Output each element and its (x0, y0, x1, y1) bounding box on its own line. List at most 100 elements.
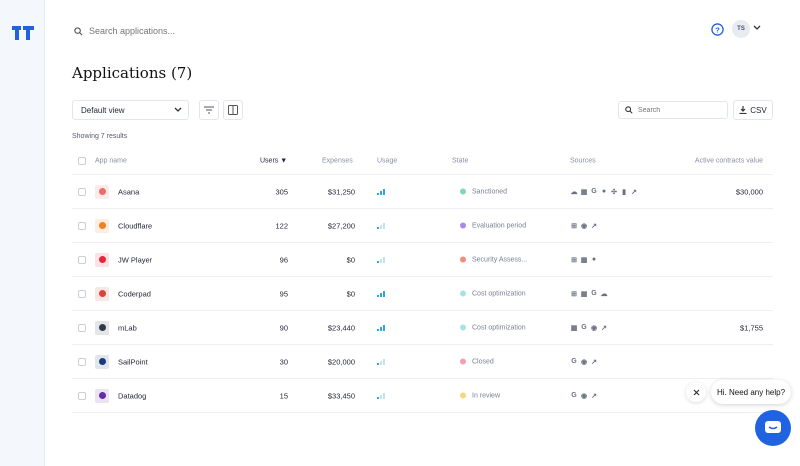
filter-button[interactable] (199, 100, 219, 120)
header-users[interactable]: Users ▼ (260, 158, 287, 165)
usage-indicator (377, 324, 385, 331)
state-dot (460, 256, 466, 263)
app-name[interactable]: Datadog (118, 391, 146, 400)
sources-list: ⊞ ◉ ↗ (570, 222, 598, 230)
row-checkbox[interactable] (78, 255, 86, 264)
usage-bar (380, 360, 382, 365)
expenses-value: $31,250 (327, 187, 355, 196)
github-icon: ● (591, 256, 597, 263)
row-checkbox[interactable] (78, 289, 86, 298)
app-logo-icon (95, 320, 109, 335)
app-logo-icon (95, 184, 109, 199)
chevron-down-icon (174, 107, 182, 112)
header-sources[interactable]: Sources (570, 158, 596, 165)
table-row[interactable]: SailPoint 30 $20,000 Closed G ◉ ↗ (72, 345, 773, 379)
usage-bar (380, 326, 382, 331)
sources-list: G ◉ ↗ (570, 358, 598, 366)
app-logo-icon (95, 218, 109, 233)
usage-bar (377, 362, 379, 365)
state-dot (460, 290, 466, 297)
app-name[interactable]: Asana (118, 187, 139, 196)
slack-icon: ✣ (611, 188, 617, 196)
chat-greeting[interactable]: Hi. Need any help? (711, 380, 791, 404)
state-label: Closed (472, 358, 494, 365)
row-checkbox[interactable] (78, 187, 86, 196)
row-checkbox[interactable] (78, 357, 86, 366)
state-badge[interactable]: Security Assess... (460, 256, 527, 263)
filter-icon (204, 106, 214, 114)
sources-list: ⊞ ▦ G ☁ (570, 290, 608, 298)
table-row[interactable]: JW Player 96 $0 Security Assess... ⊞ ▦ ● (72, 243, 773, 277)
chevron-down-icon[interactable] (753, 25, 761, 31)
state-dot (460, 392, 466, 399)
download-icon (739, 106, 747, 114)
windows-icon: ⊞ (571, 222, 577, 230)
usage-bar (380, 190, 382, 195)
expense-icon: ↗ (631, 188, 637, 196)
global-search[interactable] (74, 22, 374, 40)
header-contracts[interactable]: Active contracts value (695, 158, 763, 165)
app-name[interactable]: JW Player (118, 255, 152, 264)
okta-icon: ◉ (580, 222, 588, 230)
header-expenses[interactable]: Expenses (322, 158, 353, 165)
table-row[interactable]: Datadog 15 $33,450 In review G ◉ ↗ (72, 379, 773, 413)
state-dot (460, 358, 466, 365)
table-search-input[interactable] (638, 106, 718, 114)
expenses-value: $33,450 (327, 391, 355, 400)
state-badge[interactable]: Cost optimization (460, 290, 526, 297)
header-usage[interactable]: Usage (377, 158, 397, 165)
chat-icon (765, 421, 781, 433)
state-dot (460, 222, 466, 229)
table-row[interactable]: Coderpad 95 $0 Cost optimization ⊞ ▦ G ☁ (72, 277, 773, 311)
table-row[interactable]: mLab 90 $23,440 Cost optimization ▦ G ◉ ↗ $… (72, 311, 773, 345)
app-logo-icon (95, 388, 109, 403)
csv-export-button[interactable]: CSV (733, 100, 773, 120)
state-badge[interactable]: Closed (460, 358, 494, 365)
avatar[interactable]: TS (732, 20, 750, 38)
grid-icon: ▦ (580, 256, 588, 264)
row-checkbox[interactable] (78, 323, 86, 332)
app-name[interactable]: mLab (118, 323, 137, 332)
csv-label: CSV (750, 105, 767, 115)
row-checkbox[interactable] (78, 391, 86, 400)
table-search[interactable] (618, 101, 728, 119)
usage-bar (377, 260, 379, 263)
view-select[interactable]: Default view (72, 100, 189, 120)
select-all-checkbox[interactable] (78, 157, 86, 165)
grid-icon: ▦ (570, 324, 578, 332)
state-badge[interactable]: Evaluation period (460, 222, 526, 229)
expenses-value: $0 (346, 289, 355, 298)
table-body: Asana 305 $31,250 Sanctioned ☁ ▦ G ● ✣ ▮ ↗ $30… (72, 175, 773, 413)
state-label: Cost optimization (472, 290, 526, 297)
expenses-value: $20,000 (327, 357, 355, 366)
table-row[interactable]: Cloudflare 122 $27,200 Evaluation period… (72, 209, 773, 243)
row-checkbox[interactable] (78, 221, 86, 230)
app-name[interactable]: SailPoint (118, 357, 148, 366)
usage-indicator (377, 256, 385, 263)
table-header: App name Users ▼ Expenses Usage State So… (72, 148, 773, 175)
table-row[interactable]: Asana 305 $31,250 Sanctioned ☁ ▦ G ● ✣ ▮ ↗ $30… (72, 175, 773, 209)
state-badge[interactable]: Cost optimization (460, 324, 526, 331)
state-badge[interactable]: Sanctioned (460, 188, 507, 195)
header-state[interactable]: State (452, 158, 468, 165)
usage-indicator (377, 392, 385, 399)
sources-list: ⊞ ▦ ● (570, 256, 598, 264)
view-select-value: Default view (81, 105, 125, 115)
header-app-name[interactable]: App name (95, 158, 127, 165)
app-logo-icon[interactable] (12, 24, 34, 42)
expense-icon: ↗ (591, 222, 597, 230)
help-icon[interactable]: ? (711, 23, 724, 36)
usage-indicator (377, 358, 385, 365)
usage-bar (377, 226, 379, 229)
expense-icon: ↗ (601, 324, 607, 332)
global-search-input[interactable] (89, 26, 349, 36)
app-name[interactable]: Cloudflare (118, 221, 152, 230)
columns-button[interactable] (223, 100, 243, 120)
state-label: Security Assess... (472, 256, 528, 263)
chat-launcher-button[interactable] (755, 410, 791, 446)
users-count: 96 (279, 255, 288, 264)
chat-close-button[interactable] (686, 382, 706, 402)
state-badge[interactable]: In review (460, 392, 500, 399)
usage-bar (383, 324, 385, 331)
app-name[interactable]: Coderpad (118, 289, 151, 298)
